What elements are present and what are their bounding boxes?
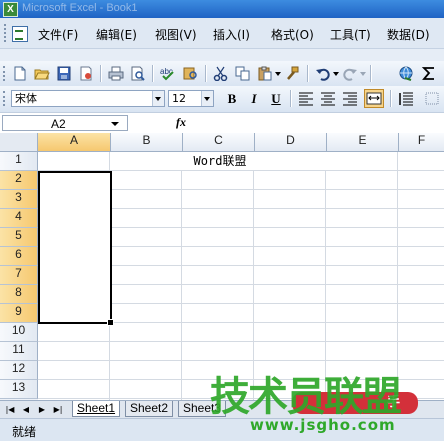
column-header-d[interactable]: D	[255, 133, 327, 152]
cell-c1-merged[interactable]: Word联盟	[112, 152, 328, 171]
next-sheet-icon[interactable]: ▶	[37, 404, 47, 415]
menu-bar: 文件(F) 编辑(E) 视图(V) 插入(I) 格式(O) 工具(T) 数据(D…	[0, 18, 444, 49]
row-header-13[interactable]: 13	[0, 380, 38, 399]
save-icon[interactable]	[56, 66, 72, 81]
column-header-c[interactable]: C	[183, 133, 255, 152]
grip-icon[interactable]	[4, 24, 9, 42]
selected-range-a2-a9[interactable]	[38, 171, 114, 326]
watermark-url: www.jsgho.com	[250, 416, 396, 434]
menu-file[interactable]: 文件(F)	[38, 26, 78, 43]
row-header-12[interactable]: 12	[0, 361, 38, 380]
menu-tools[interactable]: 工具(T)	[330, 26, 371, 43]
toolbar-spacer	[0, 49, 444, 61]
autosum-icon[interactable]	[421, 66, 437, 81]
row-header-1[interactable]: 1	[0, 152, 38, 171]
row-header-10[interactable]: 10	[0, 323, 38, 342]
row-header-7[interactable]: 7	[0, 266, 38, 285]
italic-button[interactable]: I	[245, 90, 263, 107]
permission-icon[interactable]	[78, 66, 94, 81]
title-bar: X Microsoft Excel - Book1	[0, 0, 444, 18]
name-box[interactable]: A2	[2, 115, 128, 131]
row-header-8[interactable]: 8	[0, 285, 38, 304]
spelling-icon[interactable]: abc	[160, 66, 176, 81]
formatting-toolbar: 宋体 12 B I U	[0, 86, 444, 113]
open-icon[interactable]	[34, 66, 50, 81]
paste-dropdown-icon[interactable]	[274, 66, 282, 81]
undo-icon[interactable]	[315, 66, 331, 81]
menu-insert[interactable]: 插入(I)	[213, 26, 250, 43]
toolbar-separator	[390, 90, 392, 107]
standard-toolbar: abc	[0, 61, 444, 87]
menu-view[interactable]: 视图(V)	[155, 26, 197, 43]
watermark-title: 技术员联盟	[210, 374, 402, 420]
line-spacing-icon[interactable]	[398, 91, 414, 106]
print-preview-icon[interactable]	[130, 66, 146, 81]
underline-button[interactable]: U	[267, 90, 285, 107]
borders-icon[interactable]	[424, 91, 440, 106]
font-size-select[interactable]: 12	[168, 90, 214, 107]
toolbar-separator	[307, 65, 309, 82]
row-header-9[interactable]: 9	[0, 304, 38, 323]
row-header-11[interactable]: 11	[0, 342, 38, 361]
menu-format[interactable]: 格式(O)	[271, 26, 314, 43]
paste-icon[interactable]	[257, 66, 273, 81]
last-sheet-icon[interactable]: ▶|	[53, 404, 63, 415]
select-all-corner[interactable]	[0, 133, 38, 152]
insert-function-button[interactable]: fx	[176, 115, 186, 130]
research-icon[interactable]	[182, 66, 198, 81]
align-left-icon[interactable]	[298, 91, 314, 106]
font-size-value: 12	[172, 92, 186, 105]
chevron-down-icon[interactable]	[201, 91, 213, 106]
cut-icon[interactable]	[213, 66, 229, 81]
workbook-icon[interactable]	[12, 26, 28, 42]
fill-handle[interactable]	[107, 319, 114, 326]
format-painter-icon[interactable]	[284, 66, 300, 81]
row-header-5[interactable]: 5	[0, 228, 38, 247]
align-center-icon[interactable]	[320, 91, 336, 106]
chevron-down-icon[interactable]	[111, 122, 119, 126]
menu-edit[interactable]: 编辑(E)	[96, 26, 137, 43]
formula-bar: A2 fx	[0, 113, 444, 134]
grip-icon[interactable]	[3, 66, 8, 81]
prev-sheet-icon[interactable]: ◀	[21, 404, 31, 415]
toolbar-separator	[290, 90, 292, 107]
sheet-tab-sheet2[interactable]: Sheet2	[125, 401, 174, 417]
merge-center-icon	[366, 92, 382, 105]
status-text: 就绪	[12, 425, 37, 439]
column-header-a[interactable]: A	[38, 133, 111, 152]
merge-center-button[interactable]	[364, 89, 384, 108]
toolbar-separator	[370, 65, 372, 82]
align-right-icon[interactable]	[342, 91, 358, 106]
print-icon[interactable]	[108, 66, 124, 81]
column-header-e[interactable]: E	[327, 133, 399, 152]
grip-icon[interactable]	[3, 91, 8, 106]
undo-dropdown-icon[interactable]	[332, 66, 340, 81]
toolbar-separator	[100, 65, 102, 82]
row-header-6[interactable]: 6	[0, 247, 38, 266]
row-header-3[interactable]: 3	[0, 190, 38, 209]
bold-button[interactable]: B	[223, 90, 241, 107]
row-header-2[interactable]: 2	[0, 171, 38, 190]
font-name-select[interactable]: 宋体	[11, 90, 165, 107]
redo-icon[interactable]	[342, 66, 358, 81]
menu-data[interactable]: 数据(D)	[387, 26, 430, 43]
window-title: Microsoft Excel - Book1	[22, 2, 138, 14]
first-sheet-icon[interactable]: |◀	[5, 404, 15, 415]
column-header-f[interactable]: F	[399, 133, 444, 152]
new-icon[interactable]	[12, 66, 28, 81]
sheet-tab-sheet1[interactable]: Sheet1	[72, 401, 121, 417]
chevron-down-icon[interactable]	[152, 91, 164, 106]
copy-icon[interactable]	[235, 66, 251, 81]
font-name-value: 宋体	[15, 92, 37, 105]
column-header-b[interactable]: B	[111, 133, 183, 152]
toolbar-separator	[205, 65, 207, 82]
redo-dropdown-icon[interactable]	[359, 66, 367, 81]
hyperlink-icon[interactable]	[398, 66, 414, 81]
excel-logo-icon: X	[3, 2, 18, 17]
toolbar-separator	[152, 65, 154, 82]
name-box-value: A2	[51, 117, 66, 131]
row-header-4[interactable]: 4	[0, 209, 38, 228]
